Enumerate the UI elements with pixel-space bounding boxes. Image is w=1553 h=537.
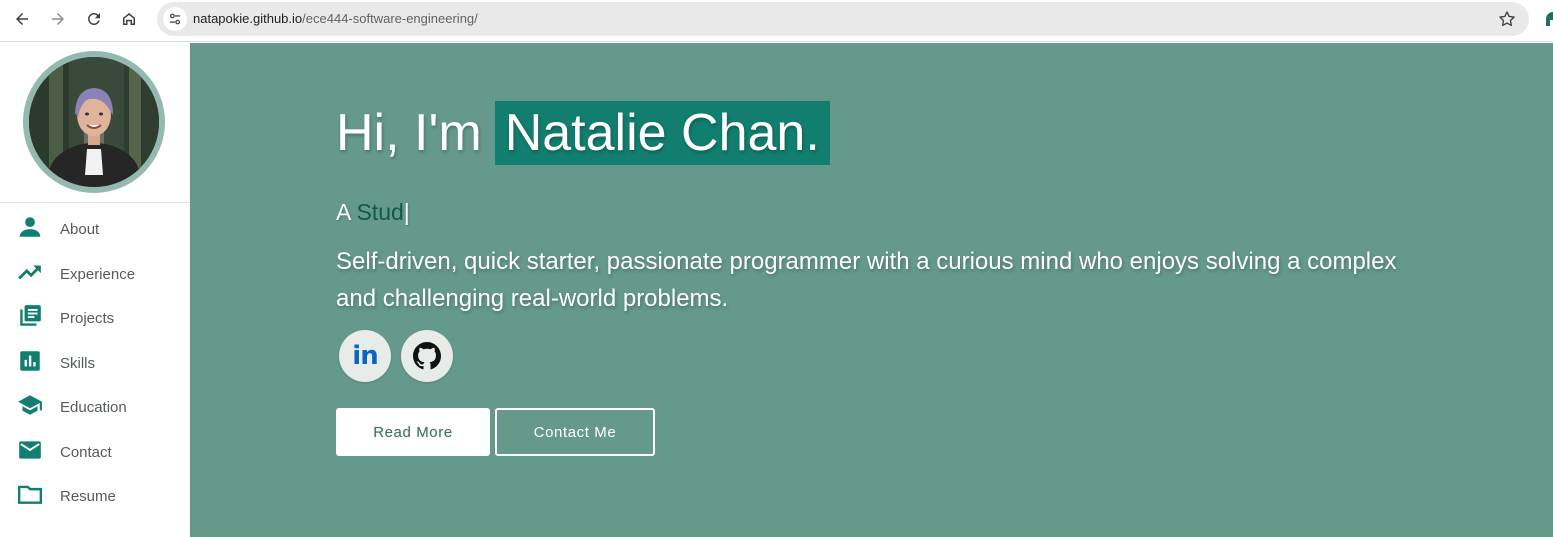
typed-role: A Stud|	[336, 199, 410, 226]
back-arrow-icon[interactable]	[9, 6, 35, 32]
github-icon	[413, 342, 441, 370]
hero-heading: Hi, I'm Natalie Chan.	[336, 101, 830, 165]
read-more-button[interactable]: Read More	[336, 408, 490, 456]
typing-cursor: |	[403, 199, 410, 225]
trending-up-icon	[17, 259, 43, 285]
browser-toolbar: natapokie.github.io/ece444-software-engi…	[0, 0, 1553, 42]
contact-me-button[interactable]: Contact Me	[495, 408, 655, 456]
folder-icon	[17, 481, 43, 507]
mail-icon	[17, 437, 43, 463]
sidebar-item-projects[interactable]: Projects	[0, 295, 190, 340]
graduation-cap-icon	[17, 392, 43, 418]
github-button[interactable]	[401, 330, 453, 382]
url-path: /ece444-software-engineering/	[302, 11, 478, 26]
sidebar-item-label: Projects	[60, 310, 115, 327]
bio-text: Self-driven, quick starter, passionate p…	[336, 248, 1397, 312]
site-info-icon[interactable]	[163, 7, 187, 31]
name-highlight: Natalie Chan.	[494, 101, 830, 165]
person-icon	[17, 214, 43, 240]
sidebar-menu: About Experience Projects Skills Educati…	[0, 206, 190, 518]
linkedin-icon: in	[352, 341, 378, 371]
url-host: natapokie.github.io	[193, 11, 303, 26]
library-books-icon	[17, 303, 43, 329]
linkedin-button[interactable]: in	[339, 330, 391, 382]
sidebar: About Experience Projects Skills Educati…	[0, 43, 190, 537]
address-bar[interactable]: natapokie.github.io/ece444-software-engi…	[157, 2, 1529, 36]
greeting-text: Hi, I'm	[336, 104, 482, 162]
sidebar-item-label: Education	[60, 399, 127, 416]
hero-section: Hi, I'm Natalie Chan. A Stud| Self-drive…	[190, 43, 1553, 537]
sidebar-item-experience[interactable]: Experience	[0, 251, 190, 296]
reload-icon[interactable]	[81, 6, 107, 32]
avatar-section	[0, 43, 190, 203]
sidebar-item-about[interactable]: About	[0, 206, 190, 251]
avatar	[23, 51, 165, 193]
extension-icon[interactable]	[1544, 10, 1553, 30]
sidebar-item-resume[interactable]: Resume	[0, 473, 190, 518]
sidebar-item-label: Resume	[60, 488, 116, 505]
sidebar-item-contact[interactable]: Contact	[0, 429, 190, 474]
sidebar-item-label: Contact	[60, 443, 112, 461]
sidebar-item-label: Skills	[60, 354, 96, 372]
forward-arrow-icon[interactable]	[45, 6, 71, 32]
typed-prefix: A	[336, 199, 351, 225]
home-icon[interactable]	[116, 6, 142, 32]
sidebar-item-skills[interactable]: Skills	[0, 340, 190, 385]
url-text[interactable]: natapokie.github.io/ece444-software-engi…	[193, 11, 478, 26]
sidebar-item-education[interactable]: Education	[0, 384, 190, 429]
typed-word: Stud	[356, 199, 404, 225]
sidebar-item-label: About	[60, 221, 100, 238]
bar-chart-icon	[17, 348, 43, 374]
bookmark-star-icon[interactable]	[1497, 9, 1517, 29]
sidebar-item-label: Experience	[60, 265, 136, 283]
